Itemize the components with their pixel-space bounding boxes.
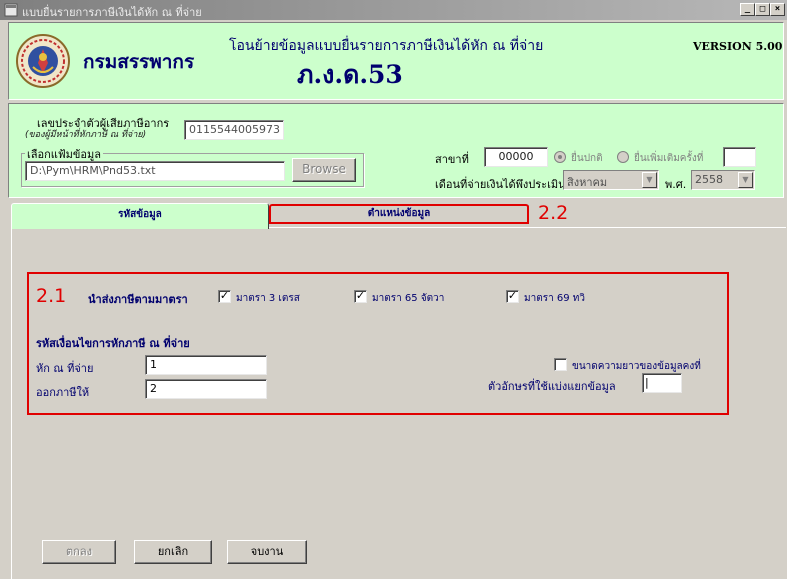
year-select-value: 2558 <box>695 173 723 186</box>
minimize-button[interactable]: _ <box>740 3 755 16</box>
chevron-down-icon[interactable]: ▼ <box>642 172 657 188</box>
additional-number-input[interactable] <box>723 147 756 167</box>
radio-normal-label: ยื่นปกติ <box>571 153 603 164</box>
file-path-input[interactable]: D:\Pym\HRM\Pnd53.txt <box>25 161 285 181</box>
issue-tax-code-input[interactable]: 2 <box>145 379 267 399</box>
checkbox-fixed-length-label: ขนาดความยาวของข้อมูลคงที่ <box>572 361 701 372</box>
annotation-2-1: 2.1 <box>36 285 67 307</box>
department-name: กรมสรรพากร <box>83 51 195 73</box>
header-title: โอนย้ายข้อมูลแบบยื่นรายการภาษีเงินได้หัก… <box>229 38 544 54</box>
form-code: ภ.ง.ด.53 <box>297 60 403 89</box>
radio-additional-label: ยื่นเพิ่มเติมครั้งที่ <box>634 153 704 164</box>
ok-button[interactable]: ตกลง <box>42 540 116 564</box>
browse-button[interactable]: Browse <box>292 158 356 182</box>
year-label: พ.ศ. <box>665 178 687 191</box>
window-title: แบบยื่นรายการภาษีเงินได้หัก ณ ที่จ่าย <box>22 6 202 19</box>
checkbox-section-3-teres[interactable]: ✓ <box>218 290 231 303</box>
info-panel: เลขประจำตัวผู้เสียภาษีอากร (ของผู้มีหน้า… <box>8 103 784 198</box>
year-select[interactable]: 2558 ▼ <box>691 170 755 190</box>
tab-codes[interactable]: รหัสข้อมูล <box>11 203 269 229</box>
checkbox-section-69-thawi[interactable]: ✓ <box>506 290 519 303</box>
annotation-2-2: 2.2 <box>538 202 569 224</box>
send-by-section-label: นำส่งภาษีตามมาตรา <box>88 293 188 306</box>
delimiter-label: ตัวอักษรที่ใช้แบ่งแยกข้อมูล <box>488 380 616 393</box>
branch-input[interactable]: 00000 <box>484 147 548 167</box>
withhold-label: หัก ณ ที่จ่าย <box>36 362 94 375</box>
month-label: เดือนที่จ่ายเงินได้พึงประเมิน <box>435 178 566 191</box>
version-label: VERSION 5.00 <box>693 40 783 53</box>
month-select-value: สิงหาคม <box>567 176 608 189</box>
checkbox-fixed-length[interactable] <box>554 358 567 371</box>
issue-tax-label: ออกภาษีให้ <box>36 386 90 399</box>
tab-positions[interactable]: ตำแหน่งข้อมูล <box>269 204 529 224</box>
chevron-down-icon[interactable]: ▼ <box>738 172 753 188</box>
checkbox-section-3-teres-label: มาตรา 3 เตรส <box>236 293 300 304</box>
cancel-button[interactable]: ยกเลิก <box>134 540 212 564</box>
app-icon <box>4 3 18 17</box>
taxid-sublabel: (ของผู้มีหน้าที่หักภาษี ณ ที่จ่าย) <box>25 130 147 140</box>
condition-code-heading: รหัสเงื่อนไขการหักภาษี ณ ที่จ่าย <box>36 337 190 350</box>
branch-label: สาขาที่ <box>435 153 469 166</box>
checkbox-section-65-chatwa-label: มาตรา 65 จัตวา <box>372 293 445 304</box>
taxid-input[interactable]: 0115544005973 <box>184 120 284 140</box>
checkbox-section-69-thawi-label: มาตรา 69 ทวิ <box>524 293 585 304</box>
maximize-button[interactable]: □ <box>755 3 770 16</box>
month-select[interactable]: สิงหาคม ▼ <box>563 170 659 190</box>
exit-button[interactable]: จบงาน <box>227 540 307 564</box>
revenue-department-emblem-icon <box>16 34 70 88</box>
radio-normal[interactable] <box>554 151 566 163</box>
withhold-code-input[interactable]: 1 <box>145 355 267 375</box>
checkbox-section-65-chatwa[interactable]: ✓ <box>354 290 367 303</box>
close-button[interactable]: × <box>770 3 785 16</box>
header-panel: กรมสรรพากร โอนย้ายข้อมูลแบบยื่นรายการภาษ… <box>8 22 784 100</box>
title-bar[interactable]: แบบยื่นรายการภาษีเงินได้หัก ณ ที่จ่าย _ … <box>0 0 787 20</box>
radio-additional[interactable] <box>617 151 629 163</box>
delimiter-input[interactable]: | <box>642 373 682 393</box>
